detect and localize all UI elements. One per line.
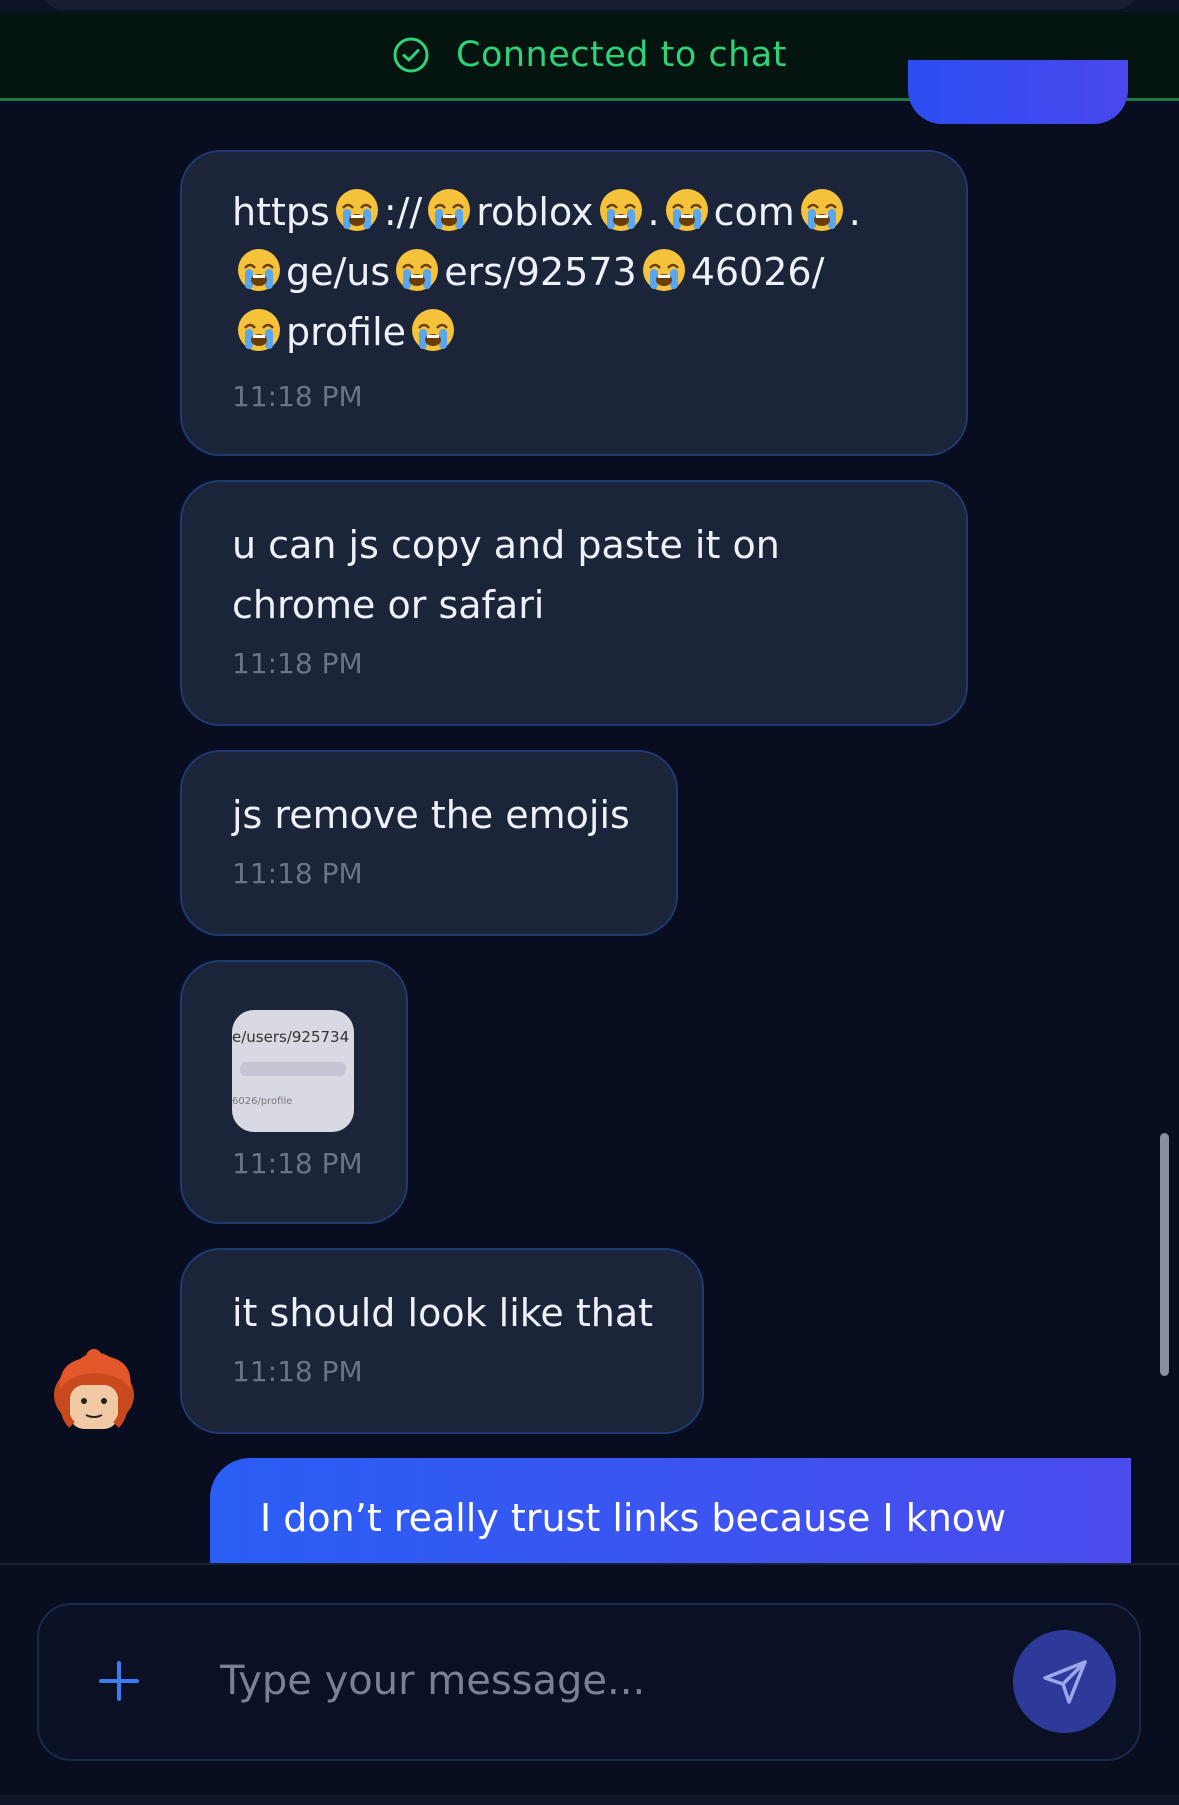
crying-emoji-icon bbox=[641, 247, 687, 293]
bottom-strip bbox=[0, 1795, 1179, 1805]
crying-emoji-icon bbox=[334, 187, 380, 233]
scrollbar[interactable] bbox=[1160, 1133, 1169, 1376]
crying-emoji-icon bbox=[410, 307, 456, 353]
image-caption-bottom: 6026/profile bbox=[232, 1096, 293, 1107]
user-avatar[interactable] bbox=[50, 1345, 138, 1435]
message-text: it should look like that bbox=[232, 1291, 654, 1335]
chat-screen: Connected to chat https://roblox. com. ge… bbox=[0, 0, 1179, 1805]
image-message-bubble: e/users/925734 6026/profile 11:18 PM bbox=[180, 960, 408, 1224]
message-bubble: u can js copy and paste it on chrome or … bbox=[180, 480, 968, 726]
check-circle-icon bbox=[393, 37, 429, 73]
send-icon bbox=[1042, 1659, 1087, 1704]
message-timestamp: 11:18 PM bbox=[232, 1355, 363, 1388]
top-strip bbox=[0, 0, 1179, 12]
sent-message-bubble: I don’t really trust links because I kno… bbox=[210, 1458, 1131, 1568]
crying-emoji-icon bbox=[236, 307, 282, 353]
message-input[interactable] bbox=[200, 1640, 980, 1722]
message-text: https://roblox. com. bbox=[232, 182, 861, 242]
add-attachment-button[interactable] bbox=[84, 1640, 154, 1722]
message-bubble: it should look like that 11:18 PM bbox=[180, 1248, 704, 1434]
message-text: profile bbox=[232, 302, 460, 362]
crying-emoji-icon bbox=[426, 187, 472, 233]
message-bubble: js remove the emojis 11:18 PM bbox=[180, 750, 678, 936]
sent-message-bubble-partial bbox=[908, 60, 1128, 124]
send-button[interactable] bbox=[1013, 1630, 1116, 1733]
message-text: ge/us ers/92573 46026/ bbox=[232, 242, 824, 302]
message-timestamp: 11:18 PM bbox=[232, 1147, 363, 1180]
message-text: u can js copy and paste it on chrome or … bbox=[232, 523, 780, 627]
connection-status-label: Connected to chat bbox=[456, 35, 787, 75]
plus-icon bbox=[99, 1661, 139, 1701]
image-caption-top: e/users/925734 bbox=[232, 1028, 350, 1046]
crying-emoji-icon bbox=[598, 187, 644, 233]
sent-message-text: I don’t really trust links because I kno… bbox=[260, 1496, 1007, 1540]
message-timestamp: 11:18 PM bbox=[232, 647, 363, 680]
crying-emoji-icon bbox=[236, 247, 282, 293]
message-timestamp: 11:18 PM bbox=[232, 857, 363, 890]
message-text: js remove the emojis bbox=[232, 793, 630, 837]
crying-emoji-icon bbox=[394, 247, 440, 293]
image-attachment[interactable]: e/users/925734 6026/profile bbox=[232, 1010, 354, 1132]
message-bubble: https://roblox. com. ge/us ers/92573 46026/… bbox=[180, 150, 968, 456]
crying-emoji-icon bbox=[664, 187, 710, 233]
crying-emoji-icon bbox=[799, 187, 845, 233]
message-timestamp: 11:18 PM bbox=[232, 380, 363, 413]
